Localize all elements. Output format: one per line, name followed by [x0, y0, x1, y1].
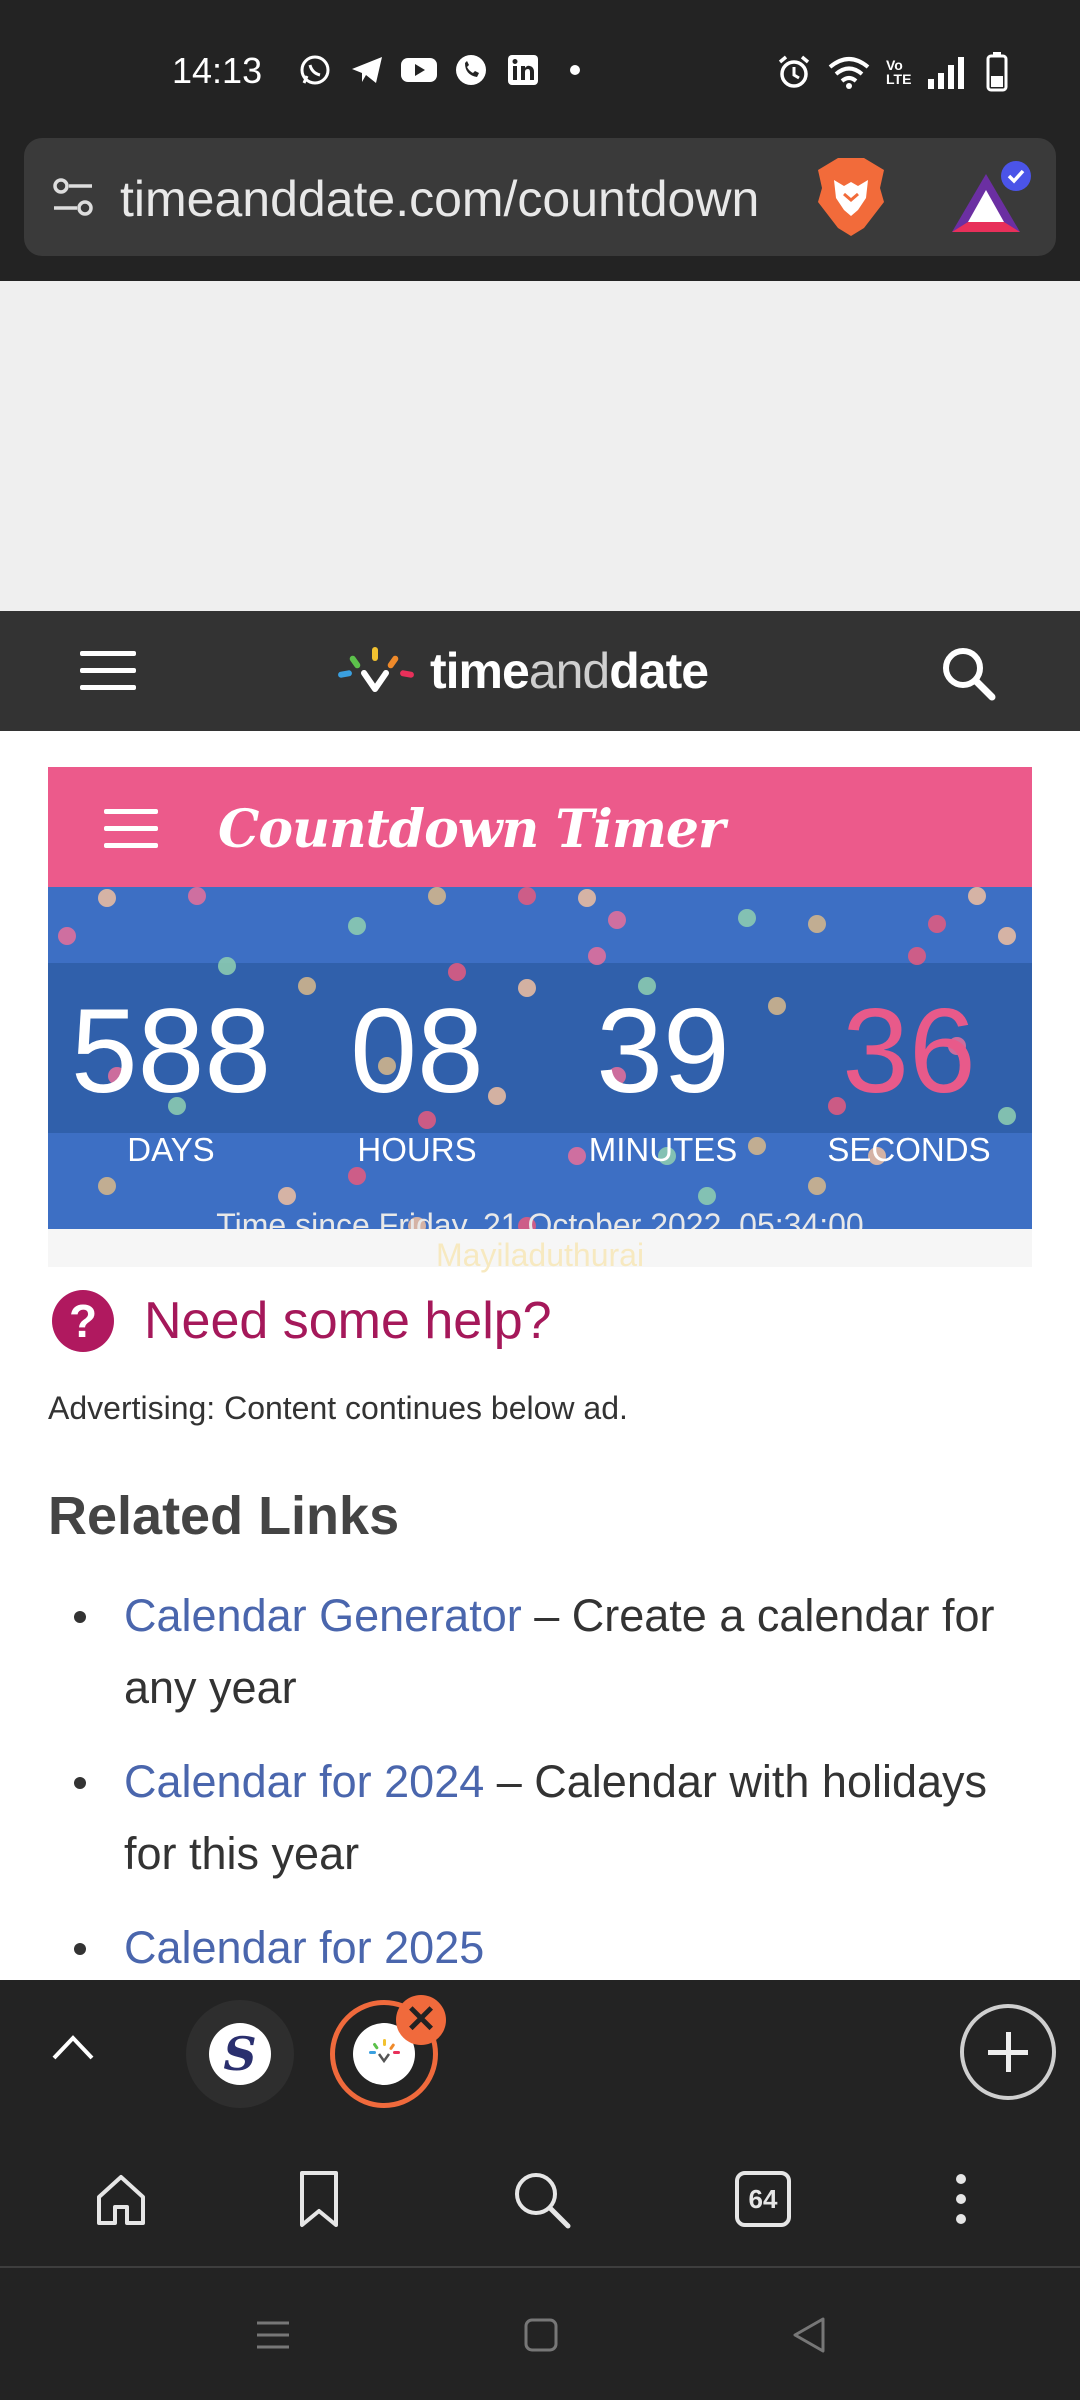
logo-mark-icon — [338, 647, 414, 692]
confetti-dot — [518, 887, 536, 905]
linkedin-icon — [504, 52, 542, 88]
list-item: Calendar for 2024 – Calendar with holida… — [48, 1746, 1028, 1890]
help-link[interactable]: ? Need some help? — [52, 1290, 552, 1352]
more-icon[interactable] — [926, 2164, 996, 2234]
tabs-count: 64 — [735, 2171, 791, 2227]
telegram-icon — [348, 52, 386, 88]
home-nav-icon[interactable] — [516, 2310, 566, 2360]
dot-icon — [556, 52, 594, 88]
confetti-dot — [448, 963, 466, 981]
minutes-label: MINUTES — [588, 1131, 738, 1168]
site-logo[interactable]: timeanddate — [330, 641, 709, 701]
countdown-header: Countdown Timer — [48, 767, 1032, 887]
related-link-calendar-2025[interactable]: Calendar for 2025 — [124, 1922, 484, 1973]
ad-placeholder — [0, 281, 1080, 611]
countdown-menu-icon[interactable] — [104, 809, 158, 849]
confetti-dot — [348, 1167, 366, 1185]
status-bar: 14:13 Vo LTE — [0, 0, 1080, 138]
hours-value: 08 — [350, 984, 484, 1118]
seconds-value: 36 — [842, 984, 976, 1118]
home-icon[interactable] — [86, 2164, 156, 2234]
help-text[interactable]: Need some help? — [144, 1291, 552, 1351]
confetti-dot — [928, 915, 946, 933]
countdown-widget: Countdown Timer 588 08 39 36 DAYS HOURS … — [48, 767, 1032, 1273]
tab-favicon-s: S — [209, 2023, 271, 2085]
site-settings-icon[interactable] — [48, 172, 98, 222]
confetti-dot — [578, 889, 596, 907]
status-time: 14:13 — [172, 50, 263, 91]
recents-icon[interactable] — [248, 2310, 298, 2360]
countdown-place: Mayiladuthurai — [435, 1237, 645, 1273]
list-item: Calendar Generator – Create a calendar f… — [48, 1580, 1028, 1724]
confetti-dot — [278, 1187, 296, 1205]
countdown-since: Time since Friday, 21 October 2022, 05:3… — [216, 1207, 864, 1229]
help-icon: ? — [52, 1290, 114, 1352]
confetti-dot — [428, 887, 446, 905]
url-text[interactable]: timeanddate.com/countdown — [120, 170, 810, 228]
related-link-calendar-generator[interactable]: Calendar Generator — [124, 1590, 522, 1641]
confetti-dot — [738, 909, 756, 927]
volte-icon: Vo LTE — [886, 57, 912, 87]
confetti-dot — [908, 947, 926, 965]
address-bar[interactable]: timeanddate.com/countdown — [24, 138, 1056, 256]
system-icons: Vo LTE — [776, 52, 1008, 92]
list-item: Calendar for 2025 — [48, 1912, 1028, 1984]
seconds-label: SECONDS — [827, 1131, 991, 1168]
logo-text-date: date — [609, 643, 709, 699]
confetti-dot — [188, 887, 206, 905]
system-nav-bar — [0, 2268, 1080, 2400]
notification-icons — [296, 52, 594, 88]
phone-app-icon — [452, 52, 490, 88]
confetti-dot — [588, 947, 606, 965]
confetti-dot — [348, 917, 366, 935]
confetti-dot — [98, 1177, 116, 1195]
logo-text: timeanddate — [430, 642, 709, 700]
related-links-heading: Related Links — [48, 1486, 400, 1546]
logo-text-and: and — [528, 643, 610, 699]
site-search-icon[interactable] — [938, 643, 998, 703]
related-link-calendar-2024[interactable]: Calendar for 2024 — [124, 1756, 484, 1807]
minutes-value: 39 — [596, 984, 730, 1118]
brave-shields-icon[interactable] — [814, 158, 888, 238]
back-icon[interactable] — [784, 2310, 834, 2360]
wifi-icon — [828, 57, 870, 89]
chevron-up-icon[interactable] — [50, 2032, 96, 2062]
signal-icon — [928, 57, 964, 89]
confetti-dot — [58, 927, 76, 945]
search-icon[interactable] — [506, 2164, 576, 2234]
days-label: DAYS — [127, 1131, 215, 1168]
alarm-icon — [778, 55, 810, 88]
confetti-dot — [998, 927, 1016, 945]
countdown-display: 588 08 39 36 DAYS HOURS MINUTES SECONDS … — [48, 887, 1032, 1229]
hours-label: HOURS — [357, 1131, 477, 1168]
close-tab-icon[interactable]: ✕ — [396, 1995, 446, 2045]
related-links-list: Calendar Generator – Create a calendar f… — [48, 1580, 1028, 2006]
confetti-dot — [968, 887, 986, 905]
tabs-icon[interactable]: 64 — [728, 2164, 798, 2234]
logo-text-time: time — [430, 643, 530, 699]
countdown-title: Countdown Timer — [218, 799, 725, 860]
whatsapp-icon — [296, 52, 334, 88]
confetti-dot — [808, 915, 826, 933]
confetti-dot — [808, 1177, 826, 1195]
days-value: 588 — [70, 984, 272, 1118]
tab-thumbnail[interactable]: S — [186, 2000, 294, 2108]
tab-strip: S ✕ — [0, 1980, 1080, 2128]
browser-toolbar: timeanddate.com/countdown — [0, 138, 1080, 281]
confetti-dot — [98, 889, 116, 907]
confetti-dot — [608, 911, 626, 929]
confetti-dot — [218, 957, 236, 975]
site-header: timeanddate — [0, 611, 1080, 731]
confetti-dot — [698, 1187, 716, 1205]
brave-rewards-icon[interactable] — [946, 158, 1038, 240]
menu-icon[interactable] — [80, 651, 136, 691]
ad-note: Advertising: Content continues below ad. — [48, 1390, 628, 1426]
bookmark-icon[interactable] — [284, 2164, 354, 2234]
countdown-footer: Mayiladuthurai — [48, 1229, 1032, 1273]
youtube-icon — [400, 52, 438, 88]
new-tab-button[interactable] — [960, 2004, 1056, 2100]
battery-icon — [986, 52, 1008, 92]
browser-bottom-toolbar: 64 — [0, 2128, 1080, 2268]
